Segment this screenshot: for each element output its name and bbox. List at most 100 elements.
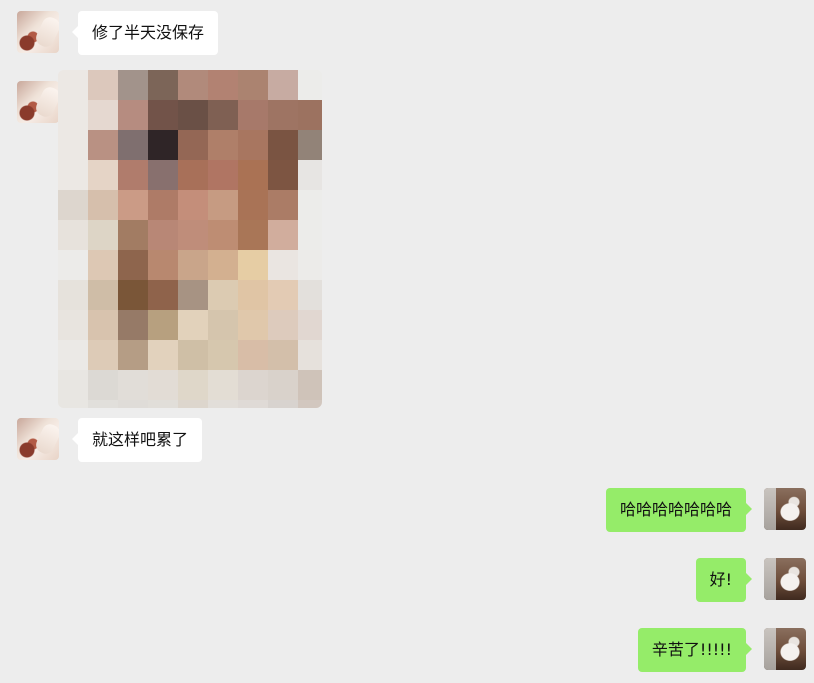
my-avatar[interactable] [764, 628, 806, 670]
mosaic-tile [268, 280, 298, 310]
message-bubble-incoming[interactable]: 就这样吧累了 [71, 418, 203, 462]
mosaic-tile [148, 130, 178, 160]
mosaic-tile [268, 310, 298, 340]
my-avatar[interactable] [764, 488, 806, 530]
mosaic-tile [178, 280, 208, 310]
mosaic-tile [58, 370, 88, 400]
message-bubble-outgoing[interactable]: 哈哈哈哈哈哈哈 [605, 488, 753, 532]
message-bubble-outgoing[interactable]: 辛苦了!!!!! [637, 628, 753, 672]
mosaic-tile [118, 190, 148, 220]
mosaic-tile [148, 400, 178, 408]
mosaic-tile [238, 190, 268, 220]
mosaic-tile [208, 400, 238, 408]
message-bubble-outgoing[interactable]: 好! [695, 558, 753, 602]
mosaic-tile [118, 310, 148, 340]
mosaic-tile [238, 340, 268, 370]
mosaic-tile [208, 280, 238, 310]
mosaic-tile [208, 190, 238, 220]
mosaic-tile [88, 130, 118, 160]
mosaic-tile [268, 100, 298, 130]
mosaic-tile [178, 400, 208, 408]
message-text: 就这样吧累了 [92, 430, 189, 449]
mosaic-tile [298, 130, 322, 160]
mosaic-tile [268, 400, 298, 408]
mosaic-tile [58, 280, 88, 310]
mosaic-tile [268, 250, 298, 280]
mosaic-tile [268, 220, 298, 250]
mosaic-tile [298, 220, 322, 250]
mosaic-tile [148, 100, 178, 130]
mosaic-tile [178, 130, 208, 160]
mosaic-tile [178, 340, 208, 370]
mosaic-tile [88, 220, 118, 250]
mosaic-tile [88, 250, 118, 280]
message-text: 修了半天没保存 [92, 23, 205, 42]
mosaic-tile [118, 250, 148, 280]
mosaic-tile [58, 100, 88, 130]
mosaic-tile [238, 280, 268, 310]
mosaic-tile [88, 100, 118, 130]
message-text: 好! [709, 570, 732, 589]
mosaic-tile [178, 370, 208, 400]
mosaic-tile [148, 190, 178, 220]
contact-avatar[interactable] [17, 81, 59, 123]
mosaic-tile [148, 310, 178, 340]
mosaic-tile [208, 160, 238, 190]
mosaic-tile [178, 190, 208, 220]
mosaic-tile [238, 160, 268, 190]
mosaic-tile [298, 250, 322, 280]
chat-window: 修了半天没保存 就这样吧累了 哈哈哈哈哈哈哈 好! 辛苦了!!!!! [0, 0, 814, 683]
mosaic-tile [238, 130, 268, 160]
my-avatar[interactable] [764, 558, 806, 600]
mosaic-tile [58, 160, 88, 190]
mosaic-tile [268, 370, 298, 400]
pixelated-image [58, 70, 322, 408]
mosaic-tile [58, 190, 88, 220]
mosaic-tile [238, 220, 268, 250]
mosaic-tile [208, 130, 238, 160]
mosaic-tile [298, 310, 322, 340]
mosaic-tile [88, 340, 118, 370]
mosaic-tile [238, 100, 268, 130]
mosaic-tile [148, 250, 178, 280]
mosaic-tile [268, 70, 298, 100]
mosaic-tile [58, 250, 88, 280]
mosaic-tile [88, 310, 118, 340]
message-bubble-incoming[interactable]: 修了半天没保存 [71, 11, 219, 55]
mosaic-tile [208, 250, 238, 280]
mosaic-tile [58, 220, 88, 250]
mosaic-tile [268, 340, 298, 370]
mosaic-tile [178, 100, 208, 130]
mosaic-tile [208, 70, 238, 100]
mosaic-tile [118, 340, 148, 370]
mosaic-tile [148, 280, 178, 310]
mosaic-tile [208, 310, 238, 340]
mosaic-tile [118, 370, 148, 400]
mosaic-tile [238, 310, 268, 340]
mosaic-tile [238, 250, 268, 280]
mosaic-tile [118, 70, 148, 100]
mosaic-tile [268, 130, 298, 160]
mosaic-tile [58, 70, 88, 100]
mosaic-tile [298, 190, 322, 220]
mosaic-tile [298, 160, 322, 190]
mosaic-tile [268, 160, 298, 190]
image-message[interactable] [58, 70, 322, 408]
mosaic-tile [148, 370, 178, 400]
mosaic-tile [298, 370, 322, 400]
contact-avatar[interactable] [17, 11, 59, 53]
mosaic-tile [178, 250, 208, 280]
mosaic-tile [238, 400, 268, 408]
mosaic-tile [88, 70, 118, 100]
contact-avatar[interactable] [17, 418, 59, 460]
mosaic-tile [238, 70, 268, 100]
mosaic-tile [208, 340, 238, 370]
mosaic-tile [58, 130, 88, 160]
mosaic-tile [298, 400, 322, 408]
mosaic-tile [118, 100, 148, 130]
mosaic-tile [298, 280, 322, 310]
mosaic-tile [178, 70, 208, 100]
mosaic-tile [148, 220, 178, 250]
mosaic-tile [268, 190, 298, 220]
mosaic-tile [88, 190, 118, 220]
